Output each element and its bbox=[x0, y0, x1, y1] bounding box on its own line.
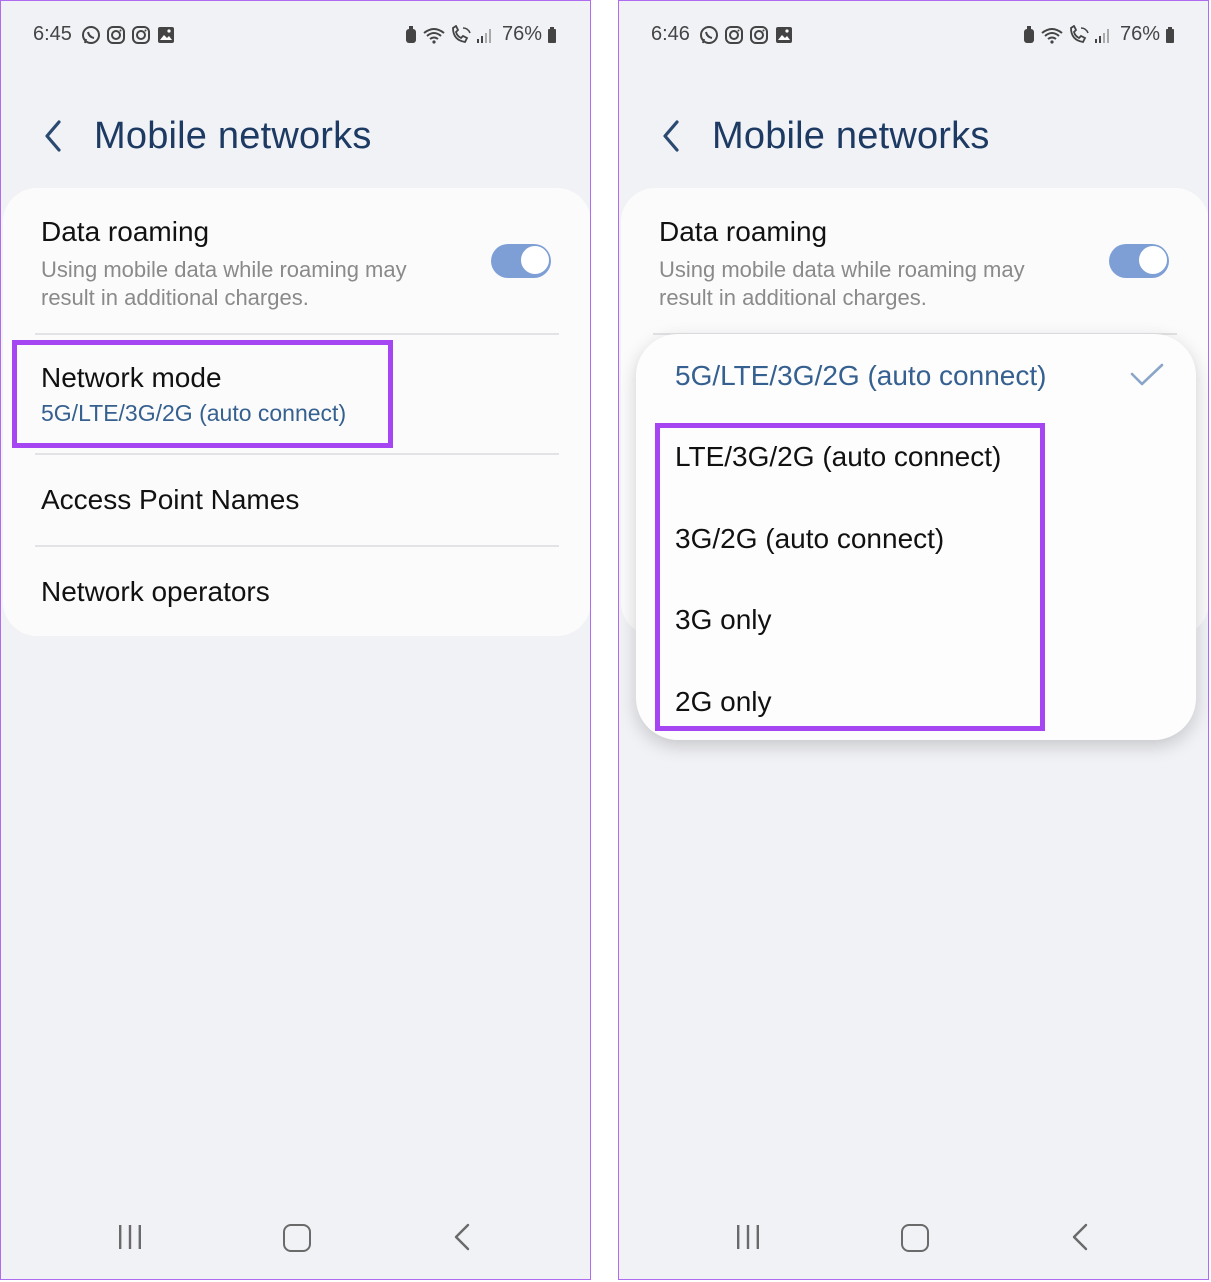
battery-percent: 76% bbox=[1119, 23, 1160, 45]
instagram-icon bbox=[107, 26, 125, 44]
battery-icon bbox=[1166, 26, 1174, 43]
network-operators-row[interactable]: Network operators bbox=[41, 576, 561, 608]
toggle-knob bbox=[1138, 245, 1168, 275]
notification-icons bbox=[81, 25, 176, 45]
data-roaming-title: Data roaming bbox=[41, 216, 210, 247]
back-icon[interactable] bbox=[453, 1223, 471, 1251]
data-roaming-row[interactable]: Data roaming Using mobile data while roa… bbox=[659, 216, 1179, 312]
notification-icons bbox=[699, 25, 794, 45]
divider bbox=[35, 545, 559, 547]
wifi-calling-icon bbox=[1070, 24, 1089, 43]
status-right-icons: 76% bbox=[404, 23, 558, 46]
data-roaming-row[interactable]: Data roaming Using mobile data while roa… bbox=[41, 216, 561, 312]
back-icon[interactable] bbox=[1071, 1223, 1089, 1251]
network-mode-highlight-box bbox=[12, 340, 393, 448]
toggle-knob bbox=[520, 245, 550, 275]
status-bar: 6:46 76% bbox=[651, 23, 1176, 49]
battery-icon bbox=[548, 26, 556, 43]
status-right-icons: 76% bbox=[1022, 23, 1176, 46]
instagram-icon bbox=[132, 26, 150, 44]
home-icon[interactable] bbox=[901, 1224, 929, 1252]
gallery-icon bbox=[776, 27, 792, 43]
status-time: 6:46 bbox=[651, 23, 690, 45]
alarm-icon bbox=[405, 25, 416, 43]
options-highlight-box bbox=[655, 423, 1045, 731]
page-title: Mobile networks bbox=[94, 115, 372, 157]
network-mode-option-selected[interactable]: 5G/LTE/3G/2G (auto connect) bbox=[675, 360, 1046, 392]
signal-icon bbox=[476, 28, 491, 43]
battery-percent: 76% bbox=[501, 23, 542, 45]
recents-icon[interactable] bbox=[117, 1223, 143, 1251]
instagram-icon bbox=[725, 26, 743, 44]
data-roaming-toggle[interactable] bbox=[1109, 244, 1169, 278]
data-roaming-title: Data roaming bbox=[659, 216, 828, 247]
data-roaming-subtitle: Using mobile data while roaming may resu… bbox=[659, 256, 1179, 312]
subtitle-line: result in additional charges. bbox=[659, 285, 927, 310]
subtitle-line: Using mobile data while roaming may bbox=[41, 257, 407, 282]
whatsapp-icon bbox=[700, 26, 718, 44]
wifi-calling-icon bbox=[452, 24, 471, 43]
instagram-icon bbox=[750, 26, 768, 44]
subtitle-line: result in additional charges. bbox=[41, 285, 309, 310]
signal-icon bbox=[1094, 28, 1109, 43]
divider bbox=[35, 453, 559, 455]
subtitle-line: Using mobile data while roaming may bbox=[659, 257, 1025, 282]
wifi-icon bbox=[1041, 27, 1063, 44]
network-operators-title: Network operators bbox=[41, 576, 270, 607]
wifi-icon bbox=[423, 27, 445, 44]
recents-icon[interactable] bbox=[735, 1223, 761, 1251]
data-roaming-subtitle: Using mobile data while roaming may resu… bbox=[41, 256, 561, 312]
check-icon bbox=[1130, 363, 1164, 386]
back-button[interactable] bbox=[655, 116, 691, 156]
status-time: 6:45 bbox=[33, 23, 72, 45]
access-point-names-row[interactable]: Access Point Names bbox=[41, 484, 561, 516]
phone-screen-left: 6:45 76% Mobile networks Data roaming Us… bbox=[0, 0, 591, 1280]
gallery-icon bbox=[158, 27, 174, 43]
status-bar: 6:45 76% bbox=[33, 23, 558, 49]
navigation-bar bbox=[1, 1223, 590, 1253]
alarm-icon bbox=[1023, 25, 1034, 43]
whatsapp-icon bbox=[82, 26, 100, 44]
page-header: Mobile networks bbox=[619, 106, 1208, 166]
home-icon[interactable] bbox=[283, 1224, 311, 1252]
page-header: Mobile networks bbox=[1, 106, 590, 166]
divider bbox=[35, 333, 559, 335]
data-roaming-toggle[interactable] bbox=[491, 244, 551, 278]
access-point-names-title: Access Point Names bbox=[41, 484, 300, 515]
page-title: Mobile networks bbox=[712, 115, 990, 157]
back-button[interactable] bbox=[37, 116, 73, 156]
navigation-bar bbox=[619, 1223, 1208, 1253]
